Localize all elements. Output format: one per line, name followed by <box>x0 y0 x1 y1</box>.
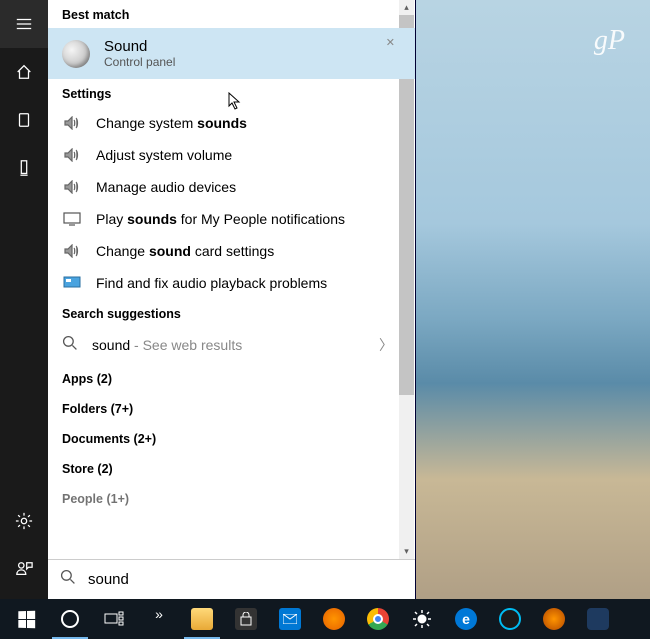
search-input[interactable] <box>84 567 403 592</box>
settings-icon[interactable] <box>0 497 48 545</box>
scroll-down-button[interactable]: ▾ <box>399 544 414 559</box>
settings-item[interactable]: Find and fix audio playback problems <box>48 267 415 299</box>
suggestions-header: Search suggestions <box>48 299 415 327</box>
rail-expand-button[interactable] <box>0 0 48 48</box>
settings-item[interactable]: Change system sounds <box>48 107 415 139</box>
search-box[interactable] <box>48 559 415 599</box>
cortana-button[interactable] <box>48 599 92 639</box>
rail-device-icon[interactable] <box>0 144 48 192</box>
feedback-icon[interactable] <box>0 545 48 593</box>
chevron-right-icon: 〉 <box>379 335 393 355</box>
suggestion-hint: - See web results <box>130 337 242 353</box>
settings-header: Settings <box>48 79 415 107</box>
edge-button[interactable]: e <box>444 599 488 639</box>
category-header[interactable]: Apps (2) <box>48 362 415 392</box>
settings-item-icon <box>62 179 82 195</box>
settings-item[interactable]: Manage audio devices <box>48 171 415 203</box>
best-match-header: Best match <box>48 0 415 28</box>
settings-item[interactable]: Play sounds for My People notifications <box>48 203 415 235</box>
settings-item-label: Change sound card settings <box>96 243 274 259</box>
chrome-button[interactable] <box>356 599 400 639</box>
settings-item-icon <box>62 147 82 163</box>
best-match-result[interactable]: Sound Control panel ✕ <box>48 28 415 79</box>
brightness-button[interactable] <box>400 599 444 639</box>
category-header[interactable]: Folders (7+) <box>48 392 415 422</box>
taskbar: » e <box>0 599 650 639</box>
close-icon[interactable]: ✕ <box>386 36 395 49</box>
rail-home-icon[interactable] <box>0 48 48 96</box>
search-icon <box>60 569 76 590</box>
settings-item-label: Change system sounds <box>96 115 247 131</box>
settings-item-label: Find and fix audio playback problems <box>96 275 327 291</box>
settings-item[interactable]: Adjust system volume <box>48 139 415 171</box>
settings-item-label: Manage audio devices <box>96 179 236 195</box>
app-button-3[interactable] <box>576 599 620 639</box>
sound-control-panel-icon <box>62 40 90 68</box>
start-button[interactable] <box>4 599 48 639</box>
search-icon <box>62 335 78 354</box>
category-header[interactable]: Documents (2+) <box>48 422 415 452</box>
settings-item-icon <box>62 275 82 291</box>
category-header[interactable]: People (1+) <box>48 482 415 506</box>
app-button-1[interactable] <box>488 599 532 639</box>
settings-item-icon <box>62 243 82 259</box>
file-explorer-button[interactable] <box>180 599 224 639</box>
task-view-button[interactable] <box>92 599 136 639</box>
settings-item-label: Adjust system volume <box>96 147 232 163</box>
settings-item-icon <box>62 211 82 227</box>
results-list: ▴ ▾ Best match Sound Control panel ✕ Set… <box>48 0 415 559</box>
best-match-subtitle: Control panel <box>104 55 175 69</box>
web-suggestion[interactable]: sound - See web results 〉 <box>48 327 415 362</box>
settings-item[interactable]: Change sound card settings <box>48 235 415 267</box>
watermark: gP <box>594 25 625 57</box>
app-button-2[interactable] <box>532 599 576 639</box>
rail-apps-icon[interactable] <box>0 96 48 144</box>
firefox-button[interactable] <box>312 599 356 639</box>
suggestion-term: sound <box>92 337 130 353</box>
search-results-panel: ▴ ▾ Best match Sound Control panel ✕ Set… <box>48 0 416 599</box>
best-match-title: Sound <box>104 38 175 55</box>
start-left-rail <box>0 0 48 599</box>
store-button[interactable] <box>224 599 268 639</box>
mail-button[interactable] <box>268 599 312 639</box>
category-header[interactable]: Store (2) <box>48 452 415 482</box>
settings-item-icon <box>62 115 82 131</box>
settings-item-label: Play sounds for My People notifications <box>96 211 345 227</box>
scroll-up-button[interactable]: ▴ <box>399 0 414 15</box>
taskbar-expand[interactable]: » <box>136 599 180 639</box>
